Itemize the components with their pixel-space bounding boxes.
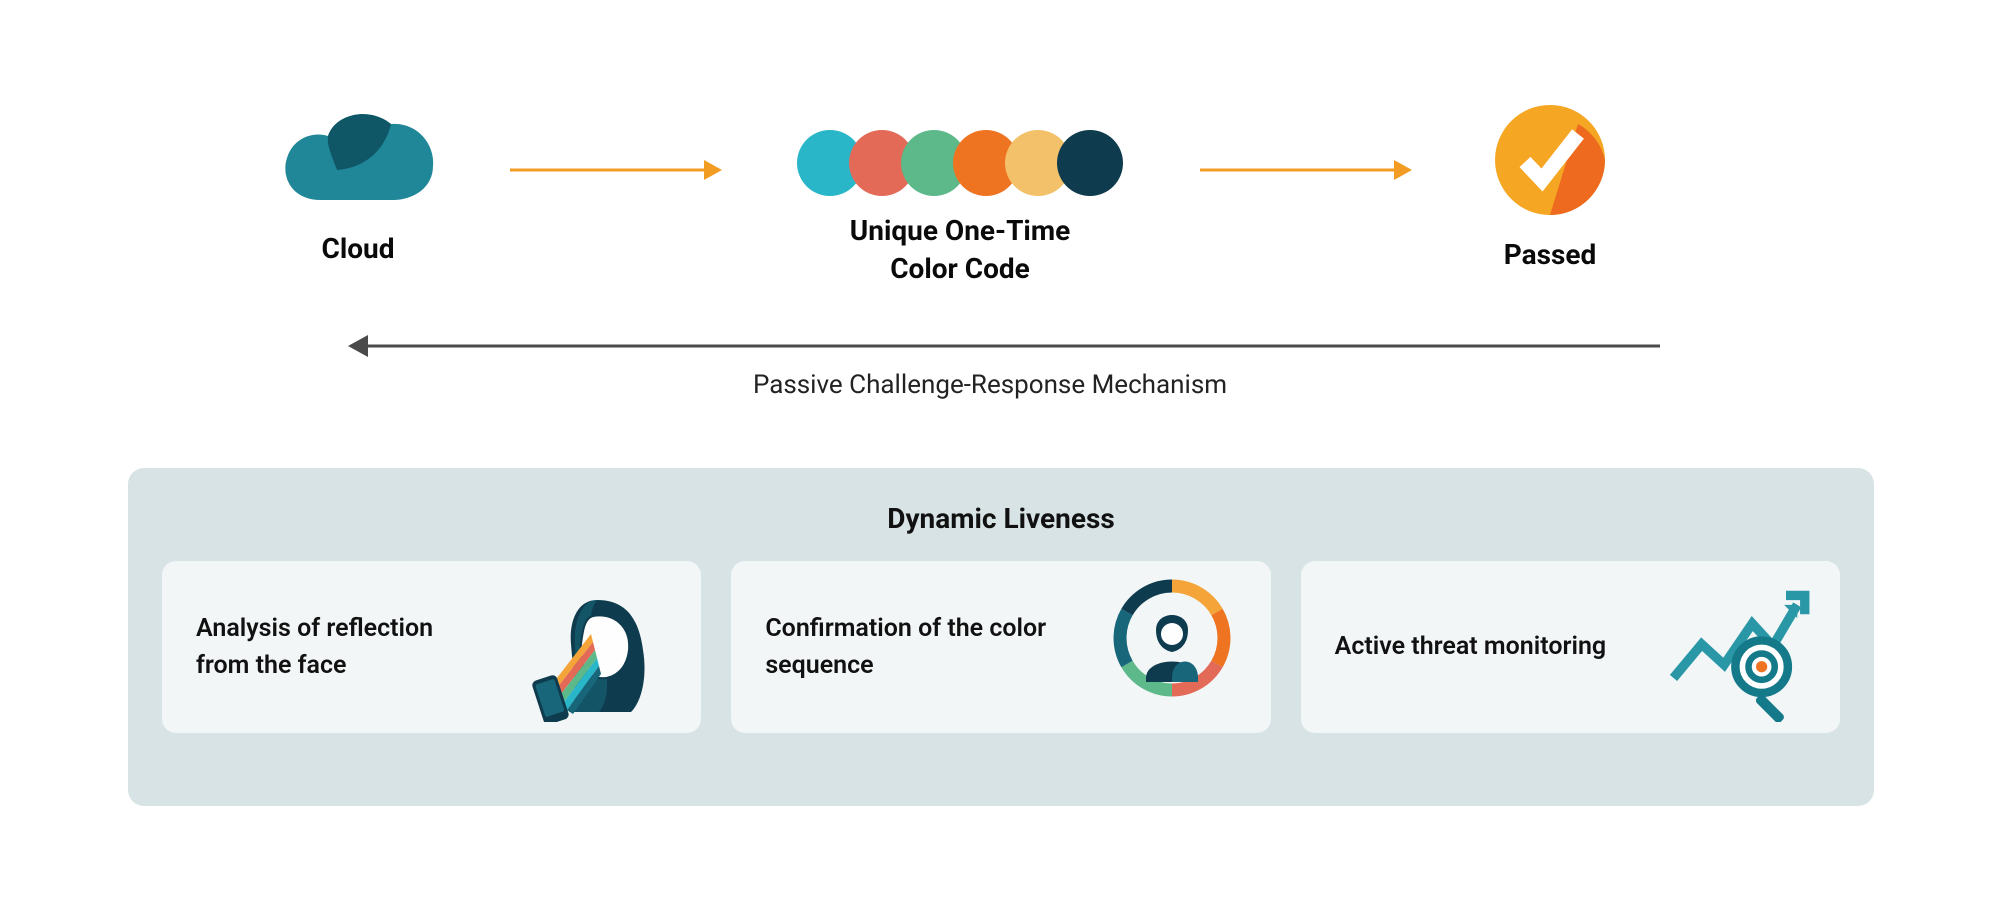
check-badge-icon [1450, 100, 1650, 220]
flow-step-colorcode: Unique One-Time Color Code [760, 130, 1160, 288]
flow-label-colorcode: Unique One-Time Color Code [760, 212, 1160, 288]
panel-title: Dynamic Liveness [162, 502, 1840, 535]
card-threat-monitoring: Active threat monitoring [1301, 561, 1840, 733]
dynamic-liveness-panel: Dynamic Liveness Analysis of reflection … [128, 468, 1874, 806]
flow-label-passed: Passed [1450, 236, 1650, 274]
face-reflection-icon [527, 572, 677, 722]
card-text: Analysis of reflection from the face [196, 610, 485, 685]
threat-monitoring-icon [1666, 572, 1816, 722]
diagram-canvas: Cloud Unique One-Time Color Code [0, 0, 2000, 908]
mechanism-label: Passive Challenge-Response Mechanism [700, 370, 1280, 400]
color-sequence-icon [1097, 572, 1247, 722]
flow-step-cloud: Cloud [258, 104, 458, 268]
card-text: Confirmation of the color sequence [765, 610, 1054, 685]
flow-step-passed: Passed [1450, 100, 1650, 274]
card-text: Active threat monitoring [1335, 628, 1607, 666]
color-code-dots [760, 130, 1160, 196]
panel-cards: Analysis of reflection from the face [162, 561, 1840, 733]
cloud-icon [258, 104, 458, 214]
card-reflection: Analysis of reflection from the face [162, 561, 701, 733]
flow-label-cloud: Cloud [258, 230, 458, 268]
card-color-sequence: Confirmation of the color sequence [731, 561, 1270, 733]
